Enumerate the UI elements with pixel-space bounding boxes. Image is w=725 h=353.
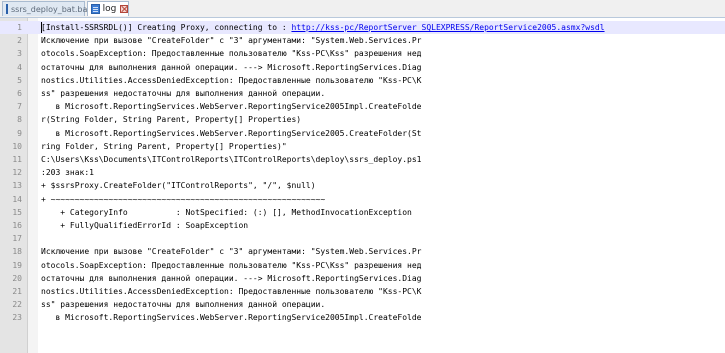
line-text: :203 знак:1 [41,168,94,178]
tab-log[interactable]: log [87,1,129,16]
editor-line[interactable]: 21 nostics.Utilities.AccessDeniedExceptio… [0,285,725,298]
line-text: otocols.SoapException: Предоставленные п… [41,260,422,270]
line-number: 10 [12,141,22,151]
line-text: остаточны для выполнения данной операции… [41,62,422,72]
text-caret [41,22,42,33]
line-text: + CategoryInfo : NotSpecified: (:) [], M… [41,207,412,217]
line-number: 4 [17,62,22,72]
editor-line[interactable]: 16 + FullyQualifiedErrorId : SoapExcepti… [0,219,725,232]
editor-line[interactable]: 19 otocols.SoapException: Предоставленные… [0,259,725,272]
line-text: nostics.Utilities.AccessDeniedException:… [41,287,422,296]
line-number: 12 [12,168,22,178]
editor-line[interactable]: 10 ring Folder, String Parent, Property[]… [0,140,725,153]
editor-line[interactable]: 6 ss" разрешения недостаточны для выполне… [0,87,725,100]
editor-line[interactable]: 17 [0,232,725,245]
line-number: 8 [17,115,22,125]
line-number: 7 [17,102,22,112]
line-number: 17 [12,234,22,244]
line-text: C:\Users\Kss\Documents\ITControlReports\… [41,155,422,164]
line-number: 9 [17,128,22,138]
line-text: + ~~~~~~~~~~~~~~~~~~~~~~~~~~~~~~~~~~~~~~… [41,194,326,204]
line-number: 20 [12,273,22,283]
line-text: nostics.Utilities.AccessDeniedException:… [41,75,422,85]
line-text: Исключение при вызове "CreateFolder" с "… [41,247,422,257]
line-text: Исключение при вызове "CreateFolder" с "… [41,36,422,46]
line-text: ss" разрешения недостаточны для выполнен… [41,89,326,98]
line-text: ring Folder, String Parent, Property[] P… [41,141,287,151]
editor-line[interactable]: 11 C:\Users\Kss\Documents\ITControlReport… [0,153,725,166]
line-number: 16 [12,221,22,230]
editor-line[interactable]: 2 Исключение при вызове "CreateFolder" с … [0,34,725,47]
tab-label: log [102,4,117,14]
line-text: в Microsoft.ReportingServices.WebServer.… [41,102,422,112]
line-number: 3 [17,49,22,59]
tab-label: ssrs_deploy_bat.bat [11,4,91,14]
editor-line[interactable]: 4 остаточны для выполнения данной операци… [0,61,725,74]
line-number: 11 [12,155,22,164]
editor-line[interactable]: 15 + CategoryInfo : NotSpecified: (:) []… [0,206,725,219]
editor-line[interactable]: 22 ss" разрешения недостаточны для выполн… [0,298,725,311]
tab-bar: ssrs_deploy_bat.bat log [0,0,725,18]
editor-line[interactable]: 13 + $ssrsProxy.CreateFolder("ITControlRe… [0,179,725,192]
line-text: [Install-SSRSRDL()] Creating Proxy, conn… [41,23,605,32]
line-number: 6 [17,89,22,98]
file-icon [91,4,100,14]
line-number: 1 [17,23,22,32]
line-text: ss" разрешения недостаточны для выполнен… [41,300,326,310]
editor-line[interactable]: 12 :203 знак:1 [0,166,725,179]
text-editor[interactable]: 1 [Install-SSRSRDL()] Creating Proxy, con… [0,18,725,353]
line-text: в Microsoft.ReportingServices.WebServer.… [41,128,422,138]
editor-line[interactable]: 9 в Microsoft.ReportingServices.WebServe… [0,127,725,140]
editor-line[interactable]: 18 Исключение при вызове "CreateFolder" с… [0,245,725,258]
editor-line[interactable]: 3 otocols.SoapException: Предоставленные … [0,47,725,60]
editor-line[interactable]: 14 + ~~~~~~~~~~~~~~~~~~~~~~~~~~~~~~~~~~~~… [0,193,725,206]
editor-line[interactable]: 20 остаточны для выполнения данной операц… [0,272,725,285]
line-text: otocols.SoapException: Предоставленные п… [41,49,422,59]
line-number: 5 [17,75,22,85]
line-text: остаточны для выполнения данной операции… [41,273,422,283]
line-number: 23 [12,313,22,323]
editor-line[interactable]: 8 r(String Folder, String Parent, Propert… [0,113,725,126]
line-number: 21 [12,287,22,296]
editor-line[interactable]: 23 в Microsoft.ReportingServices.WebServ… [0,311,725,324]
line-number: 2 [17,36,22,46]
line-number: 19 [12,260,22,270]
tab-ssrs-deploy-bat[interactable]: ssrs_deploy_bat.bat [2,1,97,16]
hyperlink[interactable]: http://kss-pc/ReportServer_SQLEXPRESS/Re… [291,23,604,32]
editor-line[interactable]: 1 [Install-SSRSRDL()] Creating Proxy, con… [0,21,725,35]
line-number: 22 [12,300,22,310]
line-text: в Microsoft.ReportingServices.WebServer.… [41,313,422,323]
file-icon [6,4,8,14]
line-number: 18 [12,247,22,257]
editor-line[interactable]: 7 в Microsoft.ReportingServices.WebServe… [0,100,725,113]
close-icon[interactable] [120,5,128,13]
line-text: + $ssrsProxy.CreateFolder("ITControlRepo… [41,181,316,191]
line-number: 13 [12,181,22,191]
line-number: 14 [12,194,22,204]
line-text: + FullyQualifiedErrorId : SoapException [41,221,249,230]
line-number: 15 [12,207,22,217]
line-text: r(String Folder, String Parent, Property… [41,115,302,125]
editor-line[interactable]: 5 nostics.Utilities.AccessDeniedException… [0,74,725,87]
